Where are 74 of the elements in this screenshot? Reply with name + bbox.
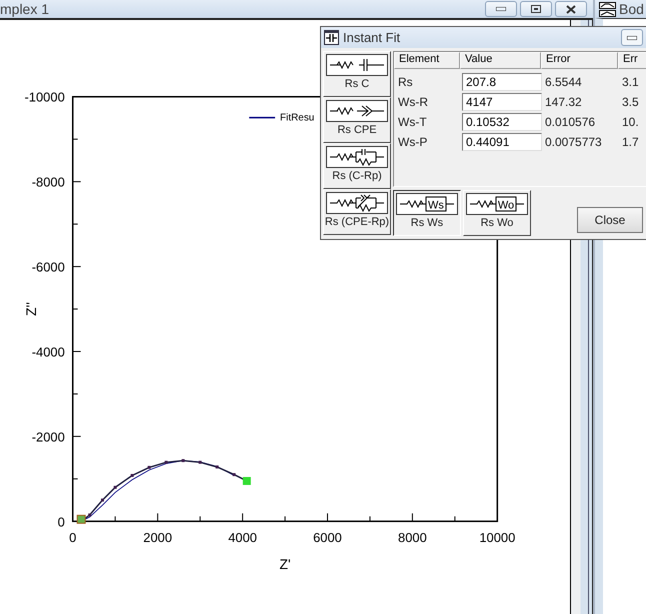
table-cell-text: 3.1: [621, 74, 640, 91]
axis-tick-label: 10000: [479, 530, 516, 546]
table-cell-text: 6.5544: [544, 74, 583, 91]
data-point: [114, 486, 117, 489]
data-point: [198, 460, 202, 464]
model-button[interactable]: Wo Rs Wo: [463, 190, 531, 236]
axis-tick-label: 2000: [143, 530, 172, 546]
value-field[interactable]: 4147: [462, 93, 542, 111]
axis-tick-label: 6000: [313, 530, 342, 546]
axis-tick-label: -8000: [32, 174, 65, 190]
table-cell-text: 0.010576: [544, 114, 596, 131]
model-button[interactable]: Ws Rs Ws: [393, 190, 461, 236]
model-button[interactable]: Rs C: [323, 51, 391, 97]
axis-tick-label: 0: [58, 514, 65, 530]
axis-tick-label: -2000: [32, 429, 65, 444]
axis-tick-label: 8000: [398, 530, 427, 546]
chart-window-icon: [599, 2, 616, 16]
minimize-button[interactable]: [485, 1, 517, 17]
column-header: Err: [618, 52, 646, 69]
data-point: [164, 460, 168, 464]
circuit-icon: Wo: [466, 193, 528, 215]
maximize-icon: [531, 5, 541, 13]
legend-label: FitResu: [280, 112, 314, 124]
minimize-icon: [627, 36, 637, 40]
dialog-title: Instant Fit: [343, 30, 402, 45]
table-cell-text: Ws-T: [397, 114, 428, 131]
table-cell-text: 1.7: [621, 134, 640, 151]
circuit-icon: [326, 192, 388, 214]
model-button[interactable]: Rs (C-Rp): [323, 143, 391, 189]
data-point: [148, 466, 151, 469]
model-button[interactable]: Rs (CPE-Rp): [323, 189, 391, 235]
value-field[interactable]: 207.8: [462, 73, 542, 91]
circuit-icon: [326, 146, 388, 168]
minimize-button[interactable]: [621, 29, 643, 46]
table-cell-text: 10.: [621, 114, 640, 131]
axis-tick-label: -6000: [32, 260, 65, 275]
data-point: [130, 474, 134, 477]
start-marker: [76, 514, 86, 524]
maximize-button[interactable]: [520, 1, 552, 17]
value-field[interactable]: 0.10532: [462, 113, 542, 131]
circuit-icon: [326, 54, 388, 76]
window-title: mplex 1: [0, 1, 50, 17]
axis-title: Z': [279, 556, 291, 572]
close-icon: [566, 4, 576, 14]
table-cell-text: Ws-P: [397, 134, 428, 151]
table-cell-text: 0.0075773: [544, 134, 603, 151]
data-point: [232, 473, 236, 476]
legend-line: [249, 116, 276, 118]
window-title: Bod: [619, 1, 645, 17]
data-point: [216, 465, 219, 468]
data-point: [100, 498, 104, 502]
data-point: [182, 459, 185, 462]
data-point: [88, 513, 92, 516]
column-header: Element: [394, 52, 460, 69]
table-cell-text: Rs: [397, 74, 414, 91]
close-button[interactable]: Close: [577, 207, 643, 233]
circuit-icon: [326, 100, 388, 122]
column-header: Error: [541, 52, 618, 69]
model-button[interactable]: Rs CPE: [323, 97, 391, 143]
table-cell-text: 3.5: [621, 94, 640, 111]
circuit-icon: Ws: [396, 193, 458, 215]
close-button[interactable]: [555, 1, 587, 17]
axis-tick-label: 4000: [228, 530, 257, 546]
end-marker: [242, 477, 251, 485]
axis-tick-label: -4000: [32, 344, 65, 360]
column-header: Value: [460, 52, 541, 69]
minimize-icon: [496, 7, 506, 11]
axis-tick-label: -10000: [24, 90, 65, 105]
app-icon: [324, 30, 339, 45]
axis-title: Z'': [22, 302, 39, 316]
value-field[interactable]: 0.44091: [462, 133, 542, 151]
axis-tick-label: 0: [69, 530, 76, 546]
table-cell-text: Ws-R: [397, 94, 429, 111]
table-cell-text: 147.32: [544, 94, 583, 111]
